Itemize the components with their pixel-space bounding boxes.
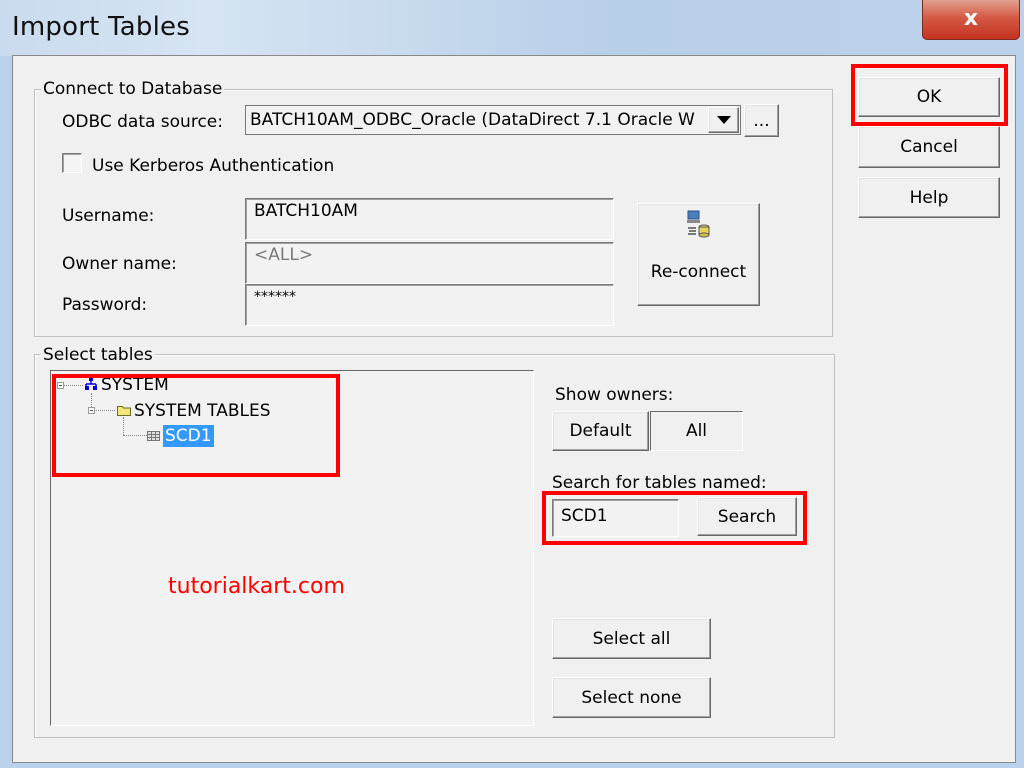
close-icon: x — [963, 6, 979, 31]
reconnect-label: Re-connect — [650, 262, 747, 282]
connect-group-label: Connect to Database — [41, 79, 225, 99]
tree-item-label: SYSTEM — [101, 375, 169, 395]
watermark-text: tutorialkart.com — [168, 574, 345, 599]
owner-name-field[interactable]: <ALL> — [245, 242, 614, 284]
show-owners-label: Show owners: — [555, 385, 674, 405]
table-icon — [147, 431, 160, 441]
tree-connector — [123, 417, 124, 435]
username-label: Username: — [62, 206, 155, 226]
kerberos-label: Use Kerberos Authentication — [92, 156, 335, 176]
owner-name-label: Owner name: — [62, 254, 177, 274]
reconnect-button[interactable]: Re-connect — [637, 203, 760, 306]
show-owners-all-button[interactable]: All — [650, 411, 743, 451]
username-field[interactable]: BATCH10AM — [245, 198, 614, 240]
odbc-label: ODBC data source: — [62, 112, 223, 132]
tree-connector — [61, 385, 83, 386]
select-tables-group-label: Select tables — [41, 345, 155, 365]
help-button[interactable]: Help — [858, 177, 1000, 218]
window-title: Import Tables — [12, 12, 190, 42]
chevron-down-icon — [716, 116, 731, 124]
tables-tree-view[interactable]: SYSTEM SYSTEM TABLES SCD1 — [50, 370, 534, 726]
database-schema-icon — [85, 378, 97, 390]
show-owners-default-button[interactable]: Default — [552, 411, 649, 451]
tree-connector — [123, 435, 147, 436]
close-button[interactable]: x — [922, 0, 1020, 40]
select-all-button[interactable]: Select all — [552, 618, 711, 659]
cancel-button[interactable]: Cancel — [858, 126, 1000, 168]
password-field[interactable]: ****** — [245, 284, 614, 326]
odbc-dropdown-button[interactable] — [708, 107, 739, 133]
odbc-browse-button[interactable]: ... — [744, 104, 779, 137]
ok-button[interactable]: OK — [858, 77, 1000, 117]
search-button[interactable]: Search — [697, 497, 797, 536]
search-input[interactable]: SCD1 — [552, 499, 679, 537]
folder-icon — [117, 406, 131, 416]
reconnect-icon — [687, 210, 710, 238]
password-label: Password: — [62, 295, 148, 315]
kerberos-checkbox[interactable] — [62, 153, 82, 173]
select-none-button[interactable]: Select none — [552, 677, 711, 718]
odbc-data-source-select[interactable]: BATCH10AM_ODBC_Oracle (DataDirect 7.1 Or… — [245, 105, 741, 135]
collapse-toggle[interactable] — [57, 382, 64, 389]
odbc-selected-value: BATCH10AM_ODBC_Oracle (DataDirect 7.1 Or… — [250, 110, 695, 130]
tree-item-label: SYSTEM TABLES — [134, 401, 271, 421]
search-label: Search for tables named: — [552, 473, 767, 493]
collapse-toggle[interactable] — [88, 407, 95, 414]
tree-item-label: SCD1 — [163, 425, 214, 447]
